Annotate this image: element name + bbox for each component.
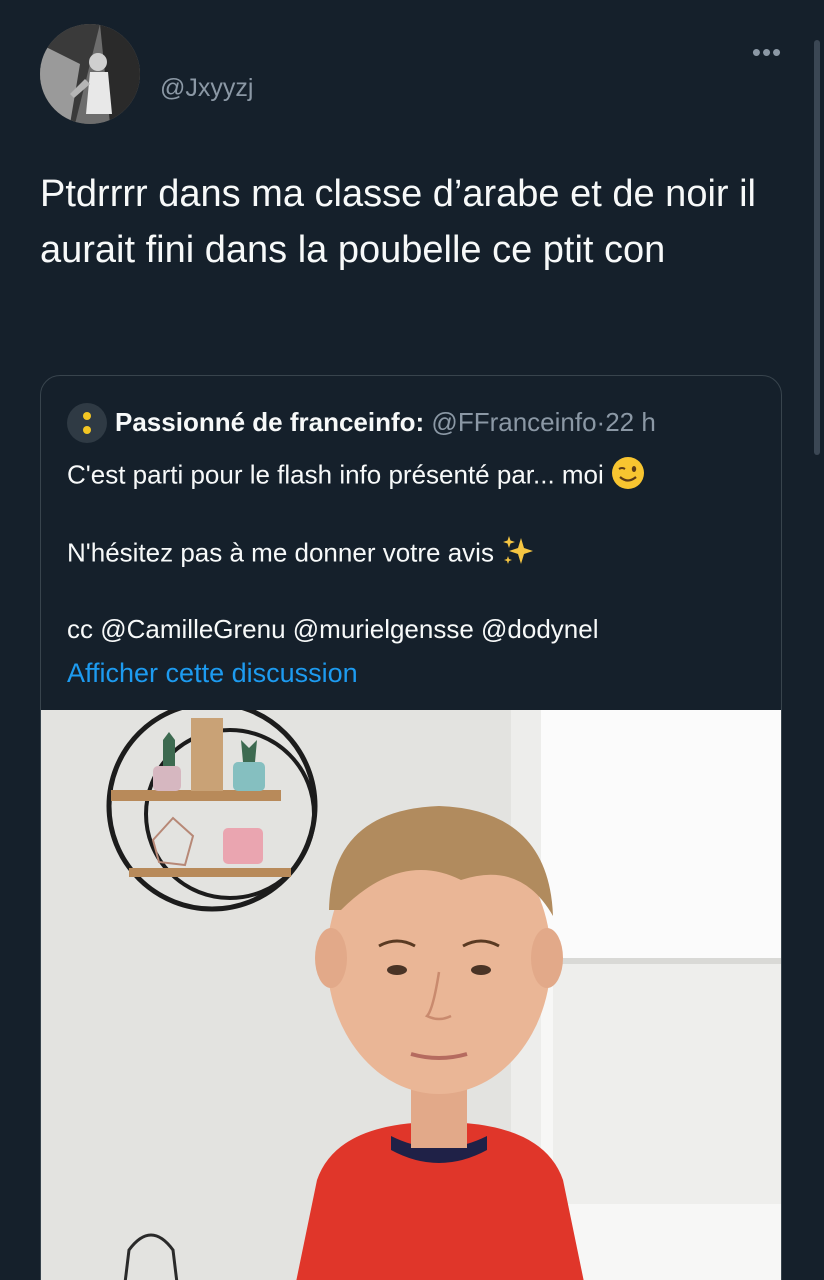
winking-face-emoji — [611, 456, 645, 497]
quoted-author-avatar[interactable] — [67, 403, 107, 443]
quoted-line-3: cc @CamilleGrenu @murielgensse @dodynel — [67, 614, 599, 644]
tweet-text: Ptdrrrr dans ma classe d’arabe et de noi… — [40, 173, 756, 271]
author-avatar[interactable] — [40, 24, 140, 124]
header-separator: · — [596, 407, 606, 437]
quoted-line-1: C'est parti pour le flash info présenté … — [67, 456, 645, 497]
quoted-line-1-text: C'est parti pour le flash info présenté … — [67, 459, 604, 490]
quoted-author-name[interactable]: Passionné de franceinfo: — [115, 407, 424, 437]
quoted-video-thumbnail[interactable] — [41, 710, 781, 1280]
scrollbar[interactable] — [814, 40, 820, 455]
avatar-photo — [40, 24, 140, 124]
author-handle[interactable]: @Jxyyzj — [160, 74, 253, 103]
more-options-icon[interactable]: ••• — [750, 38, 784, 66]
quoted-tweet-card[interactable]: Passionné de franceinfo: @FFranceinfo·22… — [40, 375, 782, 1280]
quoted-line-2-text: N'hésitez pas à me donner votre avis — [67, 537, 494, 568]
quoted-timestamp[interactable]: 22 h — [605, 407, 656, 437]
quoted-author-handle[interactable]: @FFranceinfo — [431, 407, 596, 437]
avatar-dot-bottom — [83, 426, 91, 434]
video-frame-image — [41, 710, 781, 1280]
avatar-dot-top — [83, 412, 91, 420]
quoted-line-2: N'hésitez pas à me donner votre avis — [67, 534, 535, 575]
twitter-tweet-screen: @Jxyyzj ••• Ptdrrrr dans ma classe d’ara… — [0, 0, 824, 1280]
quoted-header: Passionné de franceinfo: @FFranceinfo·22… — [115, 406, 656, 438]
show-thread-link[interactable]: Afficher cette discussion — [67, 658, 358, 689]
sparkles-emoji — [501, 534, 535, 575]
